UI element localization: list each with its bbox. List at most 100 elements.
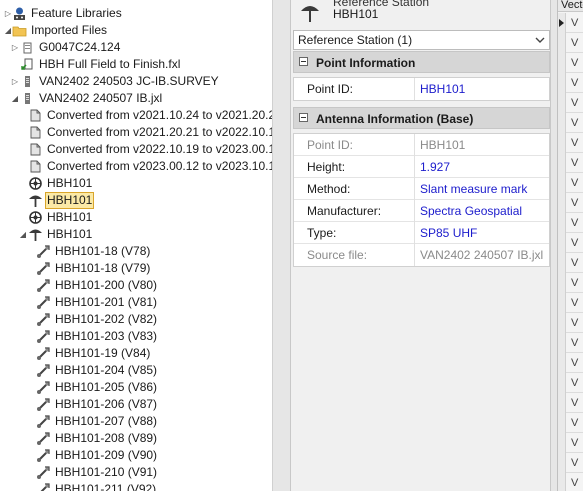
tree-item[interactable]: ▷ VAN2402 240503 JC-IB.SURVEY — [0, 73, 272, 90]
tree-item[interactable]: ◢ HBH101 — [0, 226, 272, 243]
row-header[interactable] — [558, 373, 566, 393]
vector-row[interactable]: V — [558, 173, 583, 193]
property-value[interactable]: Slant measure mark — [420, 178, 527, 200]
row-header[interactable] — [558, 233, 566, 253]
vector-row[interactable]: V — [558, 233, 583, 253]
collapse-icon[interactable] — [299, 113, 308, 122]
expand-arrow-icon[interactable]: ▷ — [10, 39, 20, 56]
tree-item[interactable]: HBH101-205 (V86) — [0, 379, 272, 396]
row-header[interactable] — [558, 153, 566, 173]
row-header[interactable] — [558, 333, 566, 353]
row-header[interactable] — [558, 93, 566, 113]
row-header[interactable] — [558, 413, 566, 433]
tree-item[interactable]: HBH101-210 (V91) — [0, 464, 272, 481]
vector-row[interactable]: V — [558, 153, 583, 173]
tree-item[interactable]: ◢ Imported Files — [0, 22, 272, 39]
vector-row[interactable]: V — [558, 33, 583, 53]
tree-item[interactable]: HBH101-204 (V85) — [0, 362, 272, 379]
vector-row[interactable]: V — [558, 273, 583, 293]
tree-item[interactable]: HBH101 — [0, 209, 272, 226]
tree-item[interactable]: HBH101 — [0, 192, 272, 209]
chevron-down-icon[interactable] — [533, 32, 547, 48]
panel-splitter[interactable] — [272, 0, 290, 491]
vector-row[interactable]: V — [558, 193, 583, 213]
row-header[interactable] — [558, 293, 566, 313]
vector-row[interactable]: V — [558, 373, 583, 393]
vector-row[interactable]: V — [558, 393, 583, 413]
row-header[interactable] — [558, 133, 566, 153]
tree-item[interactable]: HBH101-202 (V82) — [0, 311, 272, 328]
row-header[interactable] — [558, 433, 566, 453]
tree-item[interactable]: Converted from v2021.10.24 to v2021.20.2… — [0, 107, 272, 124]
tree-item[interactable]: HBH Full Field to Finish.fxl — [0, 56, 272, 73]
vector-row[interactable]: V — [558, 293, 583, 313]
vector-row[interactable]: V — [558, 473, 583, 491]
vector-row[interactable]: V — [558, 453, 583, 473]
property-value[interactable]: Spectra Geospatial — [420, 200, 522, 222]
tree-item[interactable]: HBH101-19 (V84) — [0, 345, 272, 362]
tree-item[interactable]: HBH101-206 (V87) — [0, 396, 272, 413]
row-header[interactable] — [558, 353, 566, 373]
vector-row[interactable]: V — [558, 73, 583, 93]
row-header[interactable] — [558, 33, 566, 53]
tree-item[interactable]: HBH101-209 (V90) — [0, 447, 272, 464]
tree-item[interactable]: HBH101-203 (V83) — [0, 328, 272, 345]
object-selector-dropdown[interactable]: Reference Station (1) — [293, 30, 550, 50]
property-row[interactable]: Point ID: HBH101 — [294, 78, 549, 100]
point-information-header[interactable]: Point Information — [293, 51, 550, 73]
tree-item[interactable]: HBH101 — [0, 175, 272, 192]
property-value[interactable]: 1.927 — [420, 156, 450, 178]
property-row[interactable]: Manufacturer: Spectra Geospatial — [294, 200, 549, 222]
vector-row[interactable]: V — [558, 93, 583, 113]
tree-item[interactable]: HBH101-207 (V88) — [0, 413, 272, 430]
property-value[interactable]: HBH101 — [420, 78, 465, 100]
row-header[interactable] — [558, 393, 566, 413]
row-header[interactable] — [558, 113, 566, 133]
vector-row[interactable]: V — [558, 413, 583, 433]
tree-item[interactable]: HBH101-18 (V79) — [0, 260, 272, 277]
expand-arrow-icon[interactable]: ▷ — [10, 73, 20, 90]
tree-item[interactable]: Converted from v2021.20.21 to v2022.10.1… — [0, 124, 272, 141]
tree-item[interactable]: HBH101-200 (V80) — [0, 277, 272, 294]
tree-item[interactable]: ◢ VAN2402 240507 IB.jxl — [0, 90, 272, 107]
row-header[interactable] — [558, 213, 566, 233]
row-header[interactable] — [558, 173, 566, 193]
tree-item[interactable]: ▷ Feature Libraries — [0, 5, 272, 22]
row-header[interactable] — [558, 73, 566, 93]
tree-item[interactable]: ▷ G0047C24.124 — [0, 39, 272, 56]
vectors-column-header[interactable]: Vecto — [558, 0, 583, 12]
vector-row[interactable]: V — [558, 313, 583, 333]
row-header[interactable] — [558, 53, 566, 73]
tree-item[interactable]: Converted from v2022.10.19 to v2023.00.1… — [0, 141, 272, 158]
vector-row[interactable]: V — [558, 433, 583, 453]
row-header[interactable] — [558, 13, 566, 33]
collapse-arrow-icon[interactable]: ◢ — [18, 226, 28, 243]
property-value[interactable]: SP85 UHF — [420, 222, 477, 244]
property-row[interactable]: Method: Slant measure mark — [294, 178, 549, 200]
row-header[interactable] — [558, 193, 566, 213]
row-header[interactable] — [558, 473, 566, 491]
row-header[interactable] — [558, 453, 566, 473]
tree-item[interactable]: HBH101-201 (V81) — [0, 294, 272, 311]
antenna-information-header[interactable]: Antenna Information (Base) — [293, 107, 550, 129]
tree-item[interactable]: Converted from v2023.00.12 to v2023.10.1… — [0, 158, 272, 175]
tree-item[interactable]: HBH101-18 (V78) — [0, 243, 272, 260]
property-row[interactable]: Height: 1.927 — [294, 156, 549, 178]
property-row[interactable]: Type: SP85 UHF — [294, 222, 549, 244]
vector-row[interactable]: V — [558, 213, 583, 233]
collapse-icon[interactable] — [299, 57, 308, 66]
vector-row[interactable]: V — [558, 53, 583, 73]
project-tree[interactable]: ▷ Feature Libraries ◢ Imported Files ▷ G0047C… — [0, 0, 272, 491]
collapse-arrow-icon[interactable]: ◢ — [10, 90, 20, 107]
row-header[interactable] — [558, 253, 566, 273]
vector-row[interactable]: V — [558, 353, 583, 373]
vector-row[interactable]: V — [558, 13, 583, 33]
row-header[interactable] — [558, 273, 566, 293]
tree-item[interactable]: HBH101-208 (V89) — [0, 430, 272, 447]
panel-splitter-right[interactable] — [550, 0, 557, 491]
vector-row[interactable]: V — [558, 253, 583, 273]
tree-item[interactable]: HBH101-211 (V92) — [0, 481, 272, 491]
vector-row[interactable]: V — [558, 133, 583, 153]
vector-row[interactable]: V — [558, 113, 583, 133]
row-header[interactable] — [558, 313, 566, 333]
